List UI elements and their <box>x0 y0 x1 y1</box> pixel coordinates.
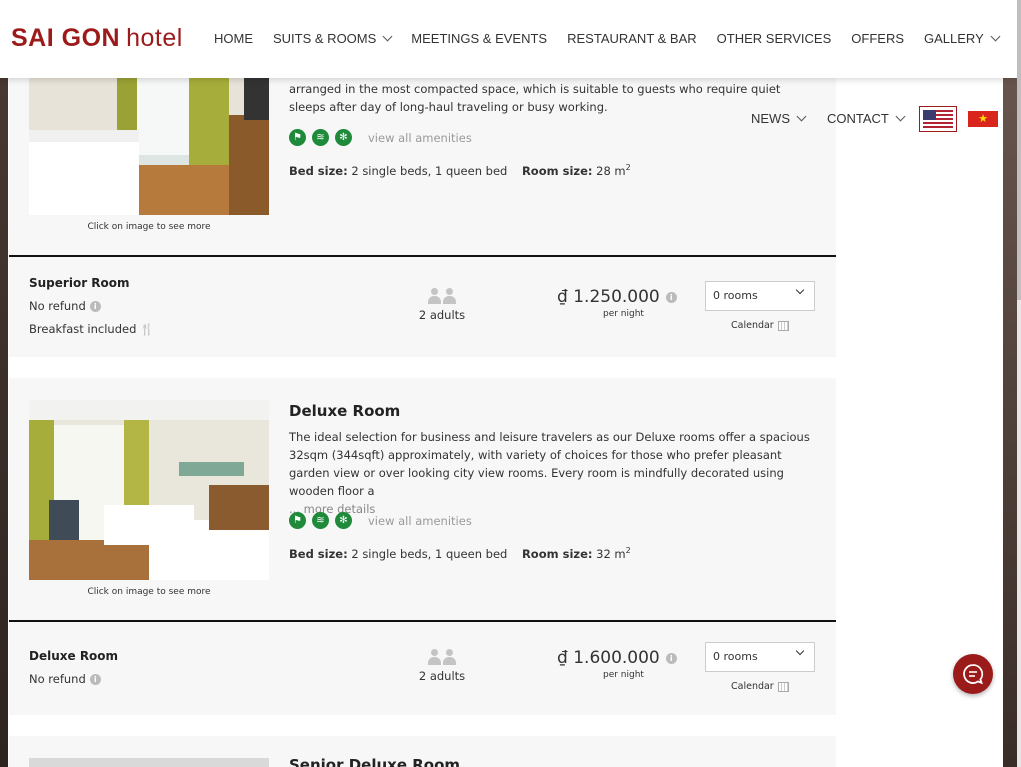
calendar-icon <box>777 320 789 331</box>
nav-contact[interactable]: CONTACT <box>827 111 906 126</box>
nav-restaurant-bar[interactable]: RESTAURANT & BAR <box>567 31 697 46</box>
amenities-row: ⚑ ≋ ✻ view all amenities <box>289 512 472 529</box>
divider <box>9 620 836 622</box>
nav-news[interactable]: NEWS <box>751 111 807 126</box>
english-flag-icon[interactable] <box>919 106 957 132</box>
room-description: The ideal selection for business and lei… <box>289 430 810 516</box>
wifi-icon: ≋ <box>312 129 329 146</box>
room-card-deluxe: Click on image to see more Deluxe Room T… <box>9 378 836 715</box>
flag-icon: ⚑ <box>289 512 306 529</box>
chevron-down-icon <box>895 111 906 122</box>
nav-gallery[interactable]: GALLERY <box>924 31 1001 46</box>
photo-caption: Click on image to see more <box>87 587 211 597</box>
room-card-senior-deluxe: Senior Deluxe Room <box>9 736 836 767</box>
view-all-amenities-link[interactable]: view all amenities <box>368 514 472 528</box>
room-title[interactable]: Senior Deluxe Room <box>289 756 460 767</box>
room-price: ₫ 1.600.000 i per night <box>557 648 687 680</box>
chevron-down-icon <box>990 31 1001 42</box>
secondary-nav: NEWS CONTACT <box>751 111 926 126</box>
flag-icon: ⚑ <box>289 129 306 146</box>
amenities-row: ⚑ ≋ ✻ view all amenities <box>289 129 472 146</box>
site-header: SAI GON hotel HOME SUITS & ROOMS MEETINGS… <box>0 0 1017 78</box>
chevron-down-icon <box>795 285 805 295</box>
calendar-icon <box>777 681 789 692</box>
guest-capacity: 2 adults <box>407 288 477 322</box>
room-quantity-select[interactable]: 0 rooms <box>705 642 815 672</box>
page-scrollbar[interactable] <box>1017 0 1021 767</box>
nav-other-services[interactable]: OTHER SERVICES <box>717 31 832 46</box>
divider <box>9 255 836 257</box>
chat-icon <box>963 664 984 685</box>
room-title[interactable]: Deluxe Room <box>289 402 400 420</box>
info-icon[interactable]: i <box>665 291 677 303</box>
room-quantity-select[interactable]: 0 rooms <box>705 281 815 311</box>
refund-policy: No refund i <box>29 299 101 313</box>
logo-sub-text: hotel <box>126 24 183 52</box>
wifi-icon: ≋ <box>312 512 329 529</box>
chevron-down-icon <box>795 646 805 656</box>
nav-meetings-events[interactable]: MEETINGS & EVENTS <box>411 31 547 46</box>
main-nav: HOME SUITS & ROOMS MEETINGS & EVENTS RES… <box>214 31 1019 46</box>
rate-name: Deluxe Room <box>29 649 119 663</box>
photo-caption: Click on image to see more <box>87 222 211 232</box>
page-background-left <box>0 0 8 767</box>
chevron-down-icon <box>382 31 393 42</box>
nav-offers[interactable]: OFFERS <box>851 31 904 46</box>
snowflake-icon: ✻ <box>335 129 352 146</box>
room-photo[interactable] <box>29 400 269 580</box>
guest-capacity: 2 adults <box>407 649 477 683</box>
snowflake-icon: ✻ <box>335 512 352 529</box>
nav-home[interactable]: HOME <box>214 31 253 46</box>
cutlery-icon: 🍴 <box>140 322 155 336</box>
room-photo[interactable] <box>29 758 269 767</box>
info-icon[interactable]: i <box>665 652 677 664</box>
room-specs: Bed size: 2 single beds, 1 queen bed Roo… <box>289 546 631 561</box>
breakfast-policy: Breakfast included 🍴 <box>29 322 155 336</box>
calendar-link[interactable]: Calendar <box>731 320 789 331</box>
room-price: ₫ 1.250.000 i per night <box>557 287 687 319</box>
vietnamese-flag-icon[interactable]: ★ <box>968 111 998 127</box>
chat-button[interactable] <box>953 654 993 694</box>
info-icon[interactable]: i <box>89 673 101 685</box>
room-specs: Bed size: 2 single beds, 1 queen bed Roo… <box>289 163 631 178</box>
hotel-logo[interactable]: SAI GON hotel <box>11 24 183 53</box>
logo-main-text: SAI GON <box>11 24 121 52</box>
info-icon[interactable]: i <box>89 300 101 312</box>
scrollbar-thumb[interactable] <box>1017 0 1021 300</box>
refund-policy: No refund i <box>29 672 101 686</box>
room-description: arranged in the most compacted space, wh… <box>289 82 781 114</box>
chevron-down-icon <box>796 111 807 122</box>
calendar-link[interactable]: Calendar <box>731 681 789 692</box>
people-icon <box>407 649 477 665</box>
rate-name: Superior Room <box>29 276 130 290</box>
view-all-amenities-link[interactable]: view all amenities <box>368 131 472 145</box>
people-icon <box>407 288 477 304</box>
nav-suits-rooms[interactable]: SUITS & ROOMS <box>273 31 393 46</box>
